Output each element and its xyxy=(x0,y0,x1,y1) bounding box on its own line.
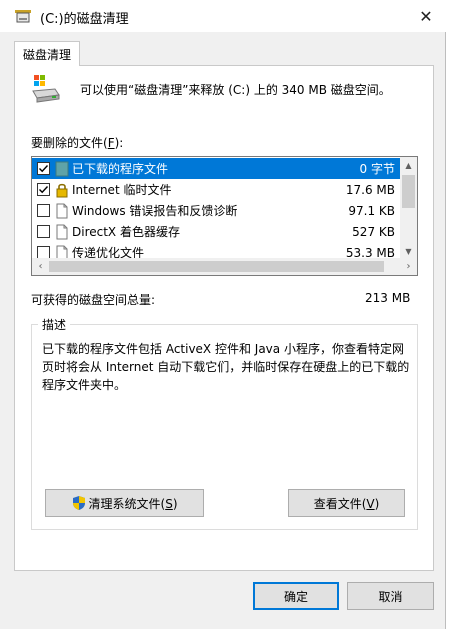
files-listbox[interactable]: 已下载的程序文件 0 字节 Internet 临时文件 17.6 MB Windows … xyxy=(31,156,418,276)
title-bar: (C:)的磁盘清理 ✕ xyxy=(0,0,446,32)
drive-icon xyxy=(32,75,60,103)
item-checkbox[interactable] xyxy=(37,204,50,217)
view-files-button[interactable]: 查看文件(V) xyxy=(288,489,405,517)
total-space-label: 可获得的磁盘空间总量: xyxy=(31,293,156,307)
tab-disk-cleanup[interactable]: 磁盘清理 xyxy=(14,41,80,66)
vertical-scroll-thumb[interactable] xyxy=(402,175,415,208)
item-name: Windows 错误报告和反馈诊断 xyxy=(72,204,238,218)
item-checkbox[interactable] xyxy=(37,225,50,238)
item-size: 97.1 KB xyxy=(348,203,395,218)
horizontal-scroll-thumb[interactable] xyxy=(49,261,384,272)
lock-icon xyxy=(55,182,69,198)
cancel-button[interactable]: 取消 xyxy=(347,582,434,610)
list-item[interactable]: 已下载的程序文件 0 字节 xyxy=(32,158,401,179)
description-title: 描述 xyxy=(38,316,71,333)
cleanup-system-files-label: 清理系统文件(S) xyxy=(88,496,178,511)
close-icon: ✕ xyxy=(419,6,433,26)
scroll-right-icon[interactable]: › xyxy=(400,258,417,275)
ok-label: 确定 xyxy=(283,589,308,604)
files-to-delete-label: 要删除的文件(F): xyxy=(31,136,124,150)
item-name: 已下载的程序文件 xyxy=(72,162,169,176)
total-space-value: 213 MB xyxy=(365,291,411,305)
ok-button[interactable]: 确定 xyxy=(253,582,339,610)
tab-label: 磁盘清理 xyxy=(22,47,71,62)
list-item[interactable]: Internet 临时文件 17.6 MB xyxy=(32,179,401,200)
item-checkbox[interactable] xyxy=(37,162,50,175)
scroll-left-icon[interactable]: ‹ xyxy=(32,258,49,275)
item-name: DirectX 着色器缓存 xyxy=(72,225,180,239)
cleanup-system-files-button[interactable]: 清理系统文件(S) xyxy=(45,489,204,517)
item-size: 527 KB xyxy=(352,224,395,239)
window-title: (C:)的磁盘清理 xyxy=(40,12,129,27)
view-files-label: 查看文件(V) xyxy=(313,496,380,511)
file-icon xyxy=(55,224,69,240)
horizontal-scrollbar[interactable]: ‹ › xyxy=(32,258,417,275)
folder-icon xyxy=(55,161,69,177)
vertical-scrollbar[interactable]: ▲ ▼ xyxy=(400,157,417,260)
uac-shield-icon xyxy=(72,496,85,510)
disk-cleanup-icon xyxy=(15,10,31,23)
item-size: 0 字节 xyxy=(359,162,395,176)
scroll-up-icon[interactable]: ▲ xyxy=(400,157,417,174)
intro-text: 可以使用“磁盘清理”来释放 (C:) 上的 340 MB 磁盘空间。 xyxy=(80,83,391,97)
item-size: 17.6 MB xyxy=(345,182,395,197)
file-icon xyxy=(55,203,69,219)
list-item[interactable]: DirectX 着色器缓存 527 KB xyxy=(32,221,401,242)
item-name: Internet 临时文件 xyxy=(72,183,172,197)
item-checkbox[interactable] xyxy=(37,183,50,196)
description-text: 已下载的程序文件包括 ActiveX 控件和 Java 小程序，你查看特定网页时… xyxy=(42,342,410,392)
close-button[interactable]: ✕ xyxy=(410,4,442,28)
list-item[interactable]: Windows 错误报告和反馈诊断 97.1 KB xyxy=(32,200,401,221)
cancel-label: 取消 xyxy=(378,589,403,604)
disk-cleanup-window: (C:)的磁盘清理 ✕ 磁盘清理 可以使用“磁盘清理”来释放 (C:) 上的 3… xyxy=(0,0,446,629)
